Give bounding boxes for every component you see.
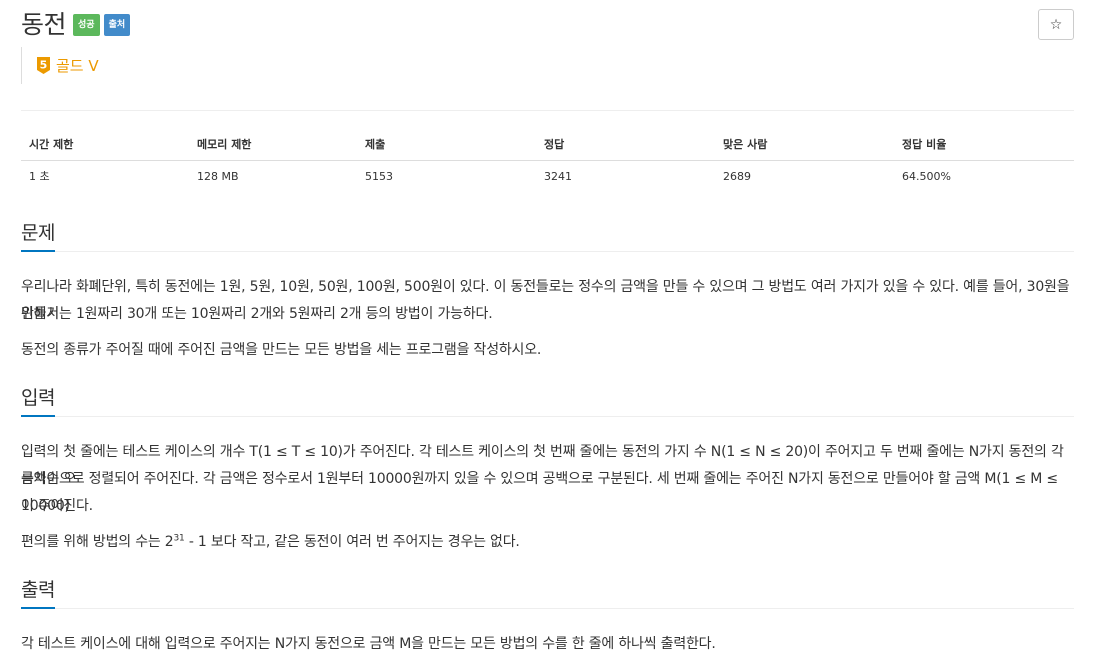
description-title: 문제 xyxy=(21,218,55,252)
source-badge[interactable]: 출처 xyxy=(103,14,131,36)
success-badge: 성공 xyxy=(73,14,100,36)
tier-level: 5 xyxy=(40,59,48,72)
exponent: 31 xyxy=(173,533,185,544)
solvers-value: 2689 xyxy=(723,169,751,183)
favorite-star-button[interactable]: ☆ xyxy=(1038,9,1074,40)
input-text-line-3: 이 주어진다. xyxy=(21,498,93,514)
time-limit-value: 1 초 xyxy=(29,170,50,184)
table-row: 1 초 128 MB 5153 3241 2689 64.500% xyxy=(21,160,1074,192)
description-text-2: 동전의 종류가 주어질 때에 주어진 금액을 만드는 모든 방법을 세는 프로그… xyxy=(21,342,542,358)
output-title: 출력 xyxy=(21,575,55,609)
accepted-value: 3241 xyxy=(544,169,572,183)
col-time-limit: 시간 제한 xyxy=(21,128,189,161)
gold-tier-icon: 5 xyxy=(37,57,50,74)
divider xyxy=(21,110,1074,111)
output-section-header: 출력 xyxy=(21,575,1074,609)
submissions-value: 5153 xyxy=(365,169,393,183)
input-title: 입력 xyxy=(21,383,55,417)
input-text-2: 편의를 위해 방법의 수는 231 - 1 보다 작고, 같은 동전이 여러 번… xyxy=(21,529,1077,556)
problem-page: 동전 성공 출처 ☆ 5 골드 V 시간 제한 메모리 제한 제출 정답 맞은 … xyxy=(0,0,1102,671)
input-text-2-before: 편의를 위해 방법의 수는 2 xyxy=(21,534,174,550)
col-submissions: 제출 xyxy=(357,128,536,161)
col-memory-limit: 메모리 제한 xyxy=(189,128,357,161)
input-text-2-after: - 1 보다 작고, 같은 동전이 여러 번 주어지는 경우는 없다. xyxy=(184,534,520,550)
table-header-row: 시간 제한 메모리 제한 제출 정답 맞은 사람 정답 비율 xyxy=(21,128,1074,161)
output-text: 각 테스트 케이스에 대해 입력으로 주어지는 N가지 동전으로 금액 M을 만… xyxy=(21,636,716,652)
memory-limit-value: 128 MB xyxy=(197,169,239,183)
title-row: 동전 성공 출처 xyxy=(21,8,131,42)
col-ratio: 정답 비율 xyxy=(894,128,1074,161)
col-solvers: 맞은 사람 xyxy=(715,128,894,161)
col-accepted: 정답 xyxy=(536,128,715,161)
star-icon: ☆ xyxy=(1049,16,1063,33)
tier-label[interactable]: 골드 V xyxy=(56,55,99,76)
tier-indicator[interactable]: 5 골드 V xyxy=(21,47,99,84)
page-title: 동전 xyxy=(21,10,67,39)
description-text-line-2: 위해서는 1원짜리 30개 또는 10원짜리 2개와 5원짜리 2개 등의 방법… xyxy=(21,306,493,322)
problem-info-table: 시간 제한 메모리 제한 제출 정답 맞은 사람 정답 비율 1 초 128 M… xyxy=(21,128,1074,192)
ratio-value: 64.500% xyxy=(902,169,951,183)
description-section-header: 문제 xyxy=(21,218,1074,252)
input-section-header: 입력 xyxy=(21,383,1074,417)
